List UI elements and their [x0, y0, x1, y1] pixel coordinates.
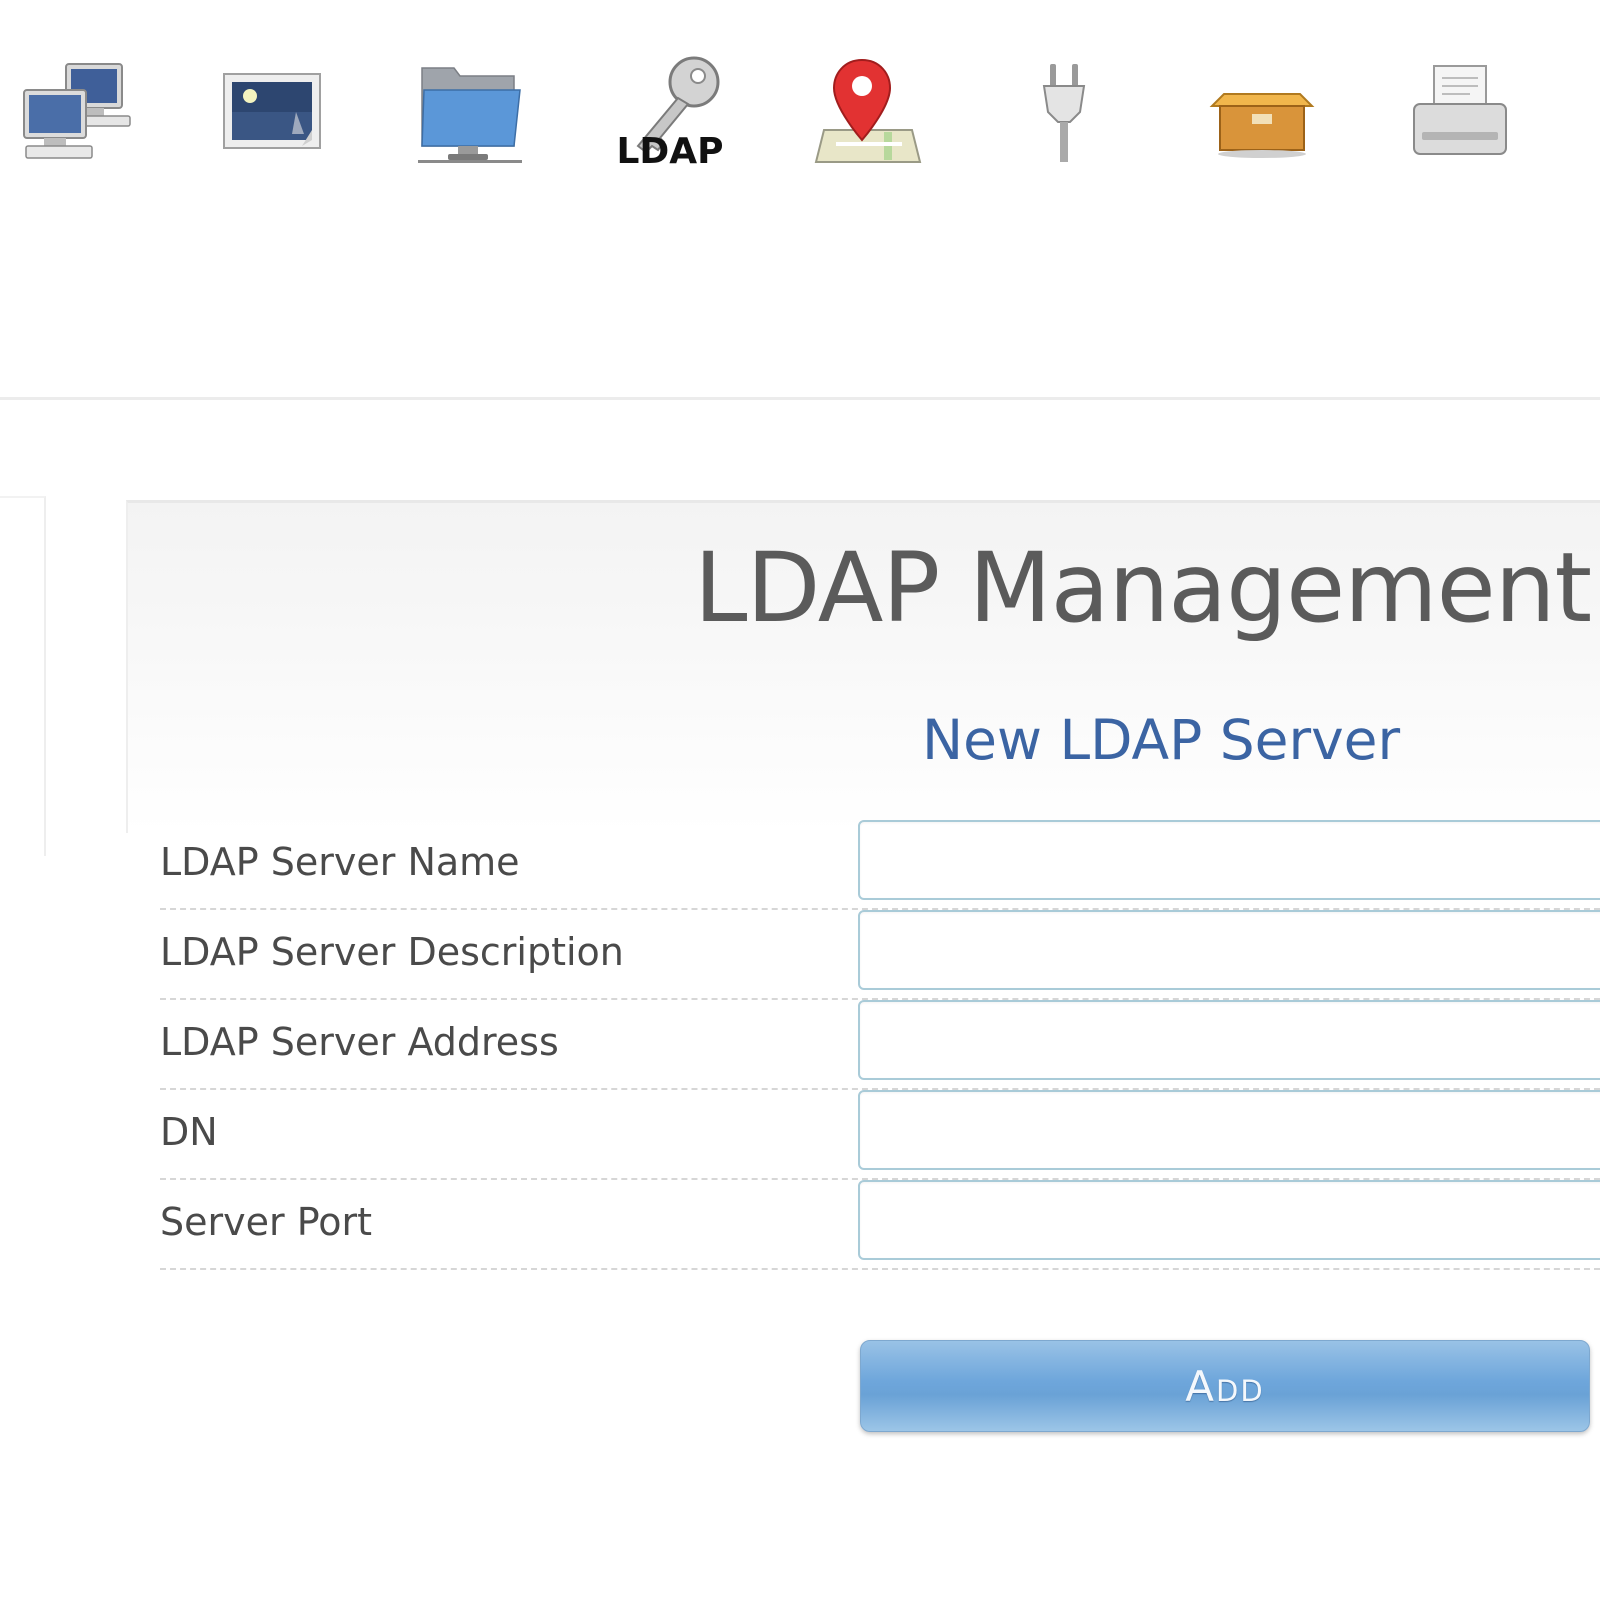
- toolbar-divider: [0, 397, 1600, 400]
- map-pin-icon: [814, 58, 922, 163]
- network-computers-icon: [23, 63, 131, 159]
- server-name-input[interactable]: [858, 820, 1600, 900]
- package-box-icon: [1209, 93, 1315, 158]
- add-button[interactable]: Add: [860, 1340, 1590, 1432]
- form-row-server-address: LDAP Server Address: [160, 998, 1600, 1090]
- left-side-panel: [0, 496, 46, 856]
- power-plug-icon: [1042, 64, 1086, 162]
- server-name-label: LDAP Server Name: [160, 840, 520, 884]
- form-row-dn: DN: [160, 1088, 1600, 1180]
- server-port-label: Server Port: [160, 1200, 373, 1244]
- toolbar-item-printer[interactable]: [1400, 50, 1520, 180]
- dn-label: DN: [160, 1110, 218, 1154]
- icon-toolbar: LDAP: [0, 0, 1600, 200]
- page-title: LDAP Management: [694, 532, 1592, 644]
- server-address-label: LDAP Server Address: [160, 1020, 559, 1064]
- toolbar-item-ldap[interactable]: LDAP: [608, 50, 728, 180]
- server-port-input[interactable]: [858, 1180, 1600, 1260]
- toolbar-item-package[interactable]: [1202, 50, 1322, 180]
- dn-input[interactable]: [858, 1090, 1600, 1170]
- form-row-server-port: Server Port: [160, 1178, 1600, 1270]
- form-row-server-description: LDAP Server Description: [160, 908, 1600, 1000]
- server-description-label: LDAP Server Description: [160, 930, 624, 974]
- toolbar-item-network-folder[interactable]: [410, 50, 530, 180]
- toolbar-item-map[interactable]: [806, 50, 926, 180]
- toolbar-item-power[interactable]: [1004, 50, 1124, 180]
- network-folder-icon: [418, 67, 522, 163]
- server-address-input[interactable]: [858, 1000, 1600, 1080]
- form-row-server-name: LDAP Server Name: [160, 818, 1600, 910]
- section-title: New LDAP Server: [922, 708, 1401, 772]
- image-icon: [223, 73, 321, 149]
- ldap-key-icon: LDAP: [616, 56, 724, 172]
- toolbar-item-image[interactable]: [212, 50, 332, 180]
- ldap-management-page: LDAP LDAP Management New LDAP Server LDA…: [0, 0, 1600, 1600]
- toolbar-item-network[interactable]: [14, 50, 134, 180]
- ldap-icon-label: LDAP: [616, 131, 723, 172]
- server-description-input[interactable]: [858, 910, 1600, 990]
- printer-icon: [1413, 65, 1507, 155]
